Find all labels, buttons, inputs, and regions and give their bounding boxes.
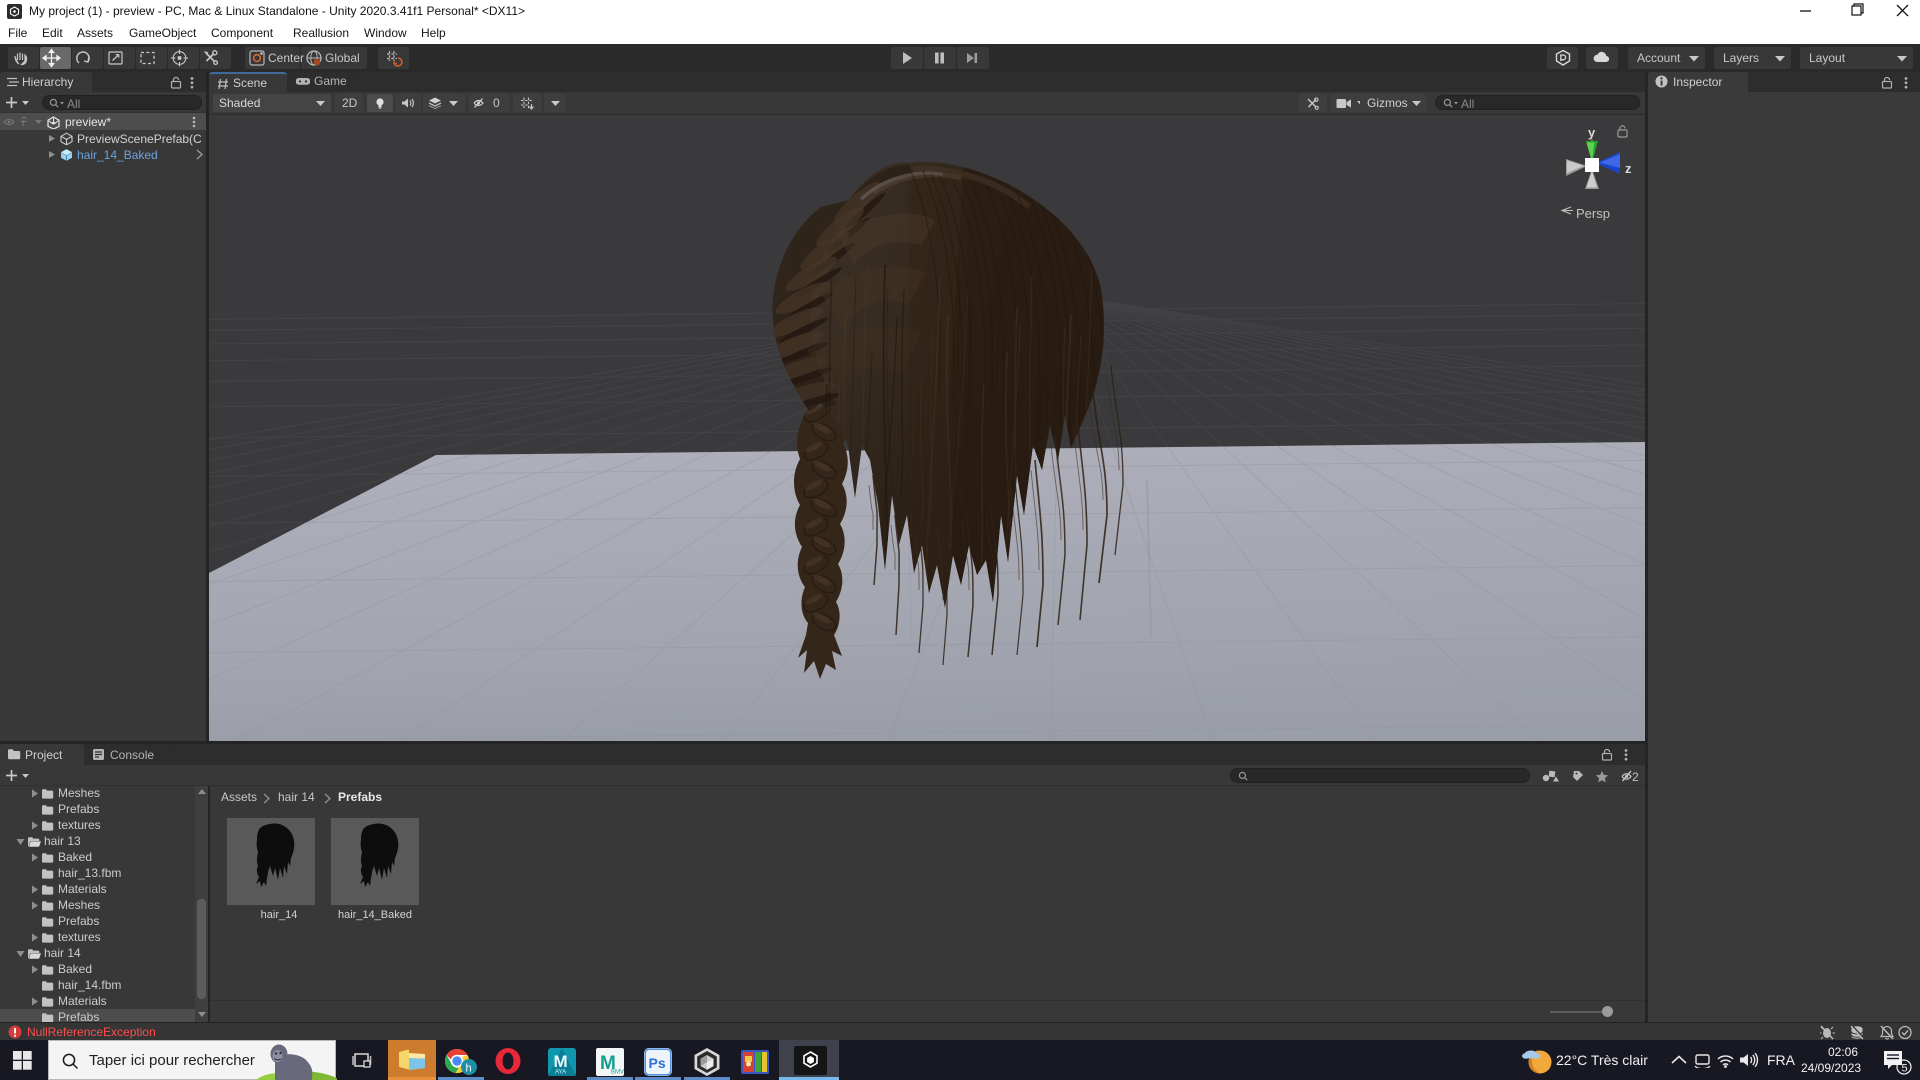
svg-text:M: M: [554, 1052, 568, 1071]
svg-text:Persp: Persp: [1576, 206, 1610, 221]
svg-text:AYA: AYA: [555, 1070, 566, 1076]
svg-text:2: 2: [1632, 770, 1639, 784]
svg-text:5: 5: [1902, 1063, 1908, 1075]
svg-text:y: y: [1588, 125, 1596, 140]
svg-text:h: h: [466, 1063, 472, 1075]
svg-text:z: z: [1625, 161, 1632, 176]
svg-text:BMV: BMV: [611, 1070, 624, 1076]
svg-text:Ps: Ps: [649, 1055, 666, 1071]
